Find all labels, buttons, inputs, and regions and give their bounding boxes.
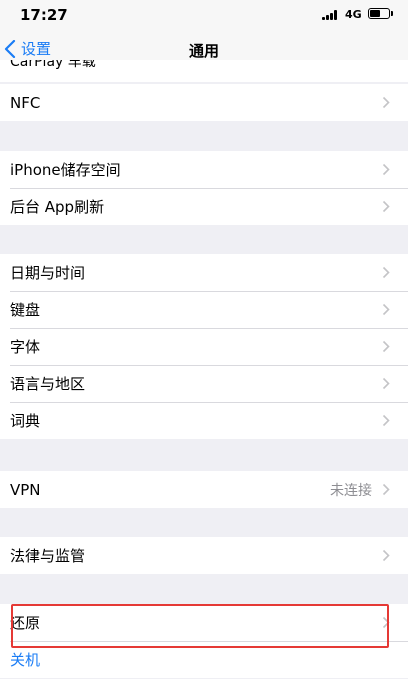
list-item-carplay[interactable]: CarPlay 车载	[0, 60, 408, 82]
vpn-status: 未连接	[330, 482, 372, 499]
chevron-right-icon	[382, 163, 390, 176]
shut-down-label: 关机	[10, 651, 41, 669]
chevron-right-icon	[382, 483, 390, 496]
settings-group-input: 日期与时间 键盘 字体 语言与地区 词典	[0, 254, 408, 439]
list-item-label: 词典	[10, 412, 41, 430]
chevron-right-icon	[382, 549, 390, 562]
battery-icon	[368, 8, 390, 19]
settings-general-screen: 17:27 4G 设置 通用 CarPlay 车载 NFC iPhone储存空间…	[0, 0, 408, 679]
chevron-right-icon	[382, 200, 390, 213]
list-item-iphone-storage[interactable]: iPhone储存空间	[0, 151, 408, 188]
status-bar: 17:27 4G	[0, 0, 408, 30]
list-item-background-app-refresh[interactable]: 后台 App刷新	[0, 188, 408, 225]
list-item-nfc[interactable]: NFC	[0, 84, 408, 121]
chevron-right-icon	[382, 96, 390, 109]
list-item-label: 还原	[10, 614, 41, 632]
list-item-label: VPN	[10, 480, 41, 499]
list-item-label: 后台 App刷新	[10, 198, 105, 216]
network-type: 4G	[345, 8, 362, 21]
battery-tip	[391, 11, 393, 16]
settings-group-storage: iPhone储存空间 后台 App刷新	[0, 151, 408, 225]
chevron-right-icon	[382, 266, 390, 279]
list-item-label: NFC	[10, 93, 41, 112]
list-item-label: 键盘	[10, 301, 41, 319]
list-item-label: iPhone储存空间	[10, 161, 121, 179]
list-item-label: 语言与地区	[10, 375, 86, 393]
chevron-right-icon	[382, 616, 390, 629]
list-item-vpn[interactable]: VPN 未连接	[0, 471, 408, 508]
chevron-right-icon	[382, 340, 390, 353]
list-item-keyboard[interactable]: 键盘	[0, 291, 408, 328]
list-item-reset[interactable]: 还原	[0, 604, 408, 641]
list-item-language-region[interactable]: 语言与地区	[0, 365, 408, 402]
list-item-label: CarPlay 车载	[10, 60, 96, 70]
chevron-right-icon	[382, 303, 390, 316]
settings-group-vpn: VPN 未连接	[0, 471, 408, 508]
settings-group-nfc: NFC	[0, 84, 408, 121]
list-item-shut-down[interactable]: 关机	[0, 641, 408, 678]
list-item-dictionary[interactable]: 词典	[0, 402, 408, 439]
list-item-label: 日期与时间	[10, 264, 86, 282]
page-title: 通用	[188, 42, 219, 60]
signal-strength-icon	[322, 10, 340, 20]
list-item-label: 法律与监管	[10, 547, 86, 565]
list-item-fonts[interactable]: 字体	[0, 328, 408, 365]
settings-group-legal: 法律与监管	[0, 537, 408, 574]
list-item-label: 字体	[10, 338, 41, 356]
chevron-right-icon	[382, 377, 390, 390]
chevron-right-icon	[382, 414, 390, 427]
list-item-legal-regulatory[interactable]: 法律与监管	[0, 537, 408, 574]
settings-group-reset: 还原 关机	[0, 604, 408, 678]
status-time: 17:27	[20, 6, 68, 24]
list-item-date-time[interactable]: 日期与时间	[0, 254, 408, 291]
